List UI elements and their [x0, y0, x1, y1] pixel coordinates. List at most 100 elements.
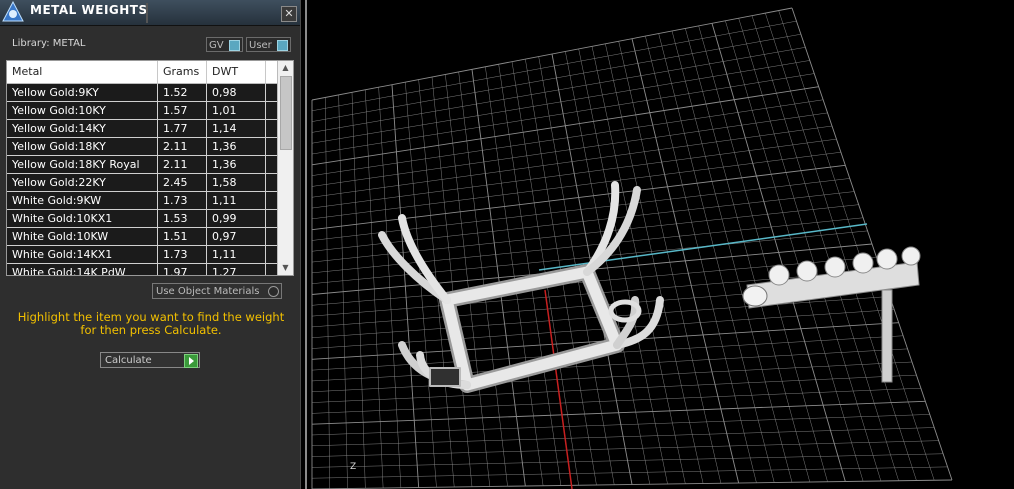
- metal-table: Metal Grams DWT Yellow Gold:9KY 1.52 0,98 Y…: [6, 60, 294, 276]
- toggle-knob-icon: [277, 40, 288, 51]
- grid-line: [685, 28, 810, 483]
- column-header-metal[interactable]: Metal: [7, 61, 158, 83]
- rhino-logo-icon: [2, 1, 24, 22]
- cell-metal: Yellow Gold:22KY: [7, 174, 158, 191]
- cell-grams: 2.11: [158, 156, 207, 173]
- grid-line: [311, 479, 953, 489]
- grid-line: [591, 46, 686, 484]
- cell-grams: 1.53: [158, 210, 207, 227]
- grid-line: [618, 41, 722, 484]
- use-object-materials-checkbox[interactable]: Use Object Materials: [152, 283, 282, 299]
- table-row[interactable]: Yellow Gold:18KY 2.11 1,36: [7, 138, 278, 156]
- cell-metal: Yellow Gold:18KY: [7, 138, 158, 155]
- table-row[interactable]: Yellow Gold:14KY 1.77 1,14: [7, 120, 278, 138]
- use-object-materials-label: Use Object Materials: [156, 286, 260, 297]
- cell-dwt: 1,36: [207, 138, 266, 155]
- cell-grams: 1.57: [158, 102, 207, 119]
- cell-dwt: 1,01: [207, 102, 266, 119]
- table-row[interactable]: Yellow Gold:10KY 1.57 1,01: [7, 102, 278, 120]
- panel-title: METAL WEIGHTS: [30, 3, 148, 17]
- cell-metal: White Gold:14KX1: [7, 246, 158, 263]
- grid-line: [631, 38, 740, 484]
- cell-metal: White Gold:10KX1: [7, 210, 158, 227]
- cell-dwt: 1,27: [207, 264, 266, 275]
- checkbox-icon: [268, 286, 279, 297]
- table-row[interactable]: White Gold:10KW 1.51 0,97: [7, 228, 278, 246]
- calculate-label: Calculate: [105, 355, 152, 366]
- grid-line: [311, 374, 917, 403]
- grid-line: [311, 387, 921, 414]
- scroll-down-icon[interactable]: ▼: [278, 261, 293, 275]
- cell-grams: 2.11: [158, 138, 207, 155]
- table-row[interactable]: Yellow Gold:22KY 2.45 1,58: [7, 174, 278, 192]
- band-model[interactable]: [742, 246, 921, 383]
- cell-grams: 2.45: [158, 174, 207, 191]
- grid-line: [311, 414, 930, 436]
- grid-line: [698, 25, 828, 482]
- cell-grams: 1.51: [158, 228, 207, 245]
- cell-metal: Yellow Gold:18KY Royal: [7, 156, 158, 173]
- grid-line: [751, 15, 899, 481]
- metal-weights-panel: METAL WEIGHTS ✕ Library: METAL GV User M…: [0, 0, 301, 489]
- cell-grams: 1.73: [158, 192, 207, 209]
- column-header-grams[interactable]: Grams: [158, 61, 207, 83]
- calculate-button[interactable]: Calculate: [100, 352, 200, 368]
- cell-grams: 1.73: [158, 246, 207, 263]
- instruction-text: Highlight the item you want to find the …: [17, 310, 285, 337]
- grid-line: [311, 361, 913, 392]
- cell-metal: Yellow Gold:10KY: [7, 102, 158, 119]
- grid-line: [658, 33, 775, 483]
- grid-line: [711, 23, 846, 482]
- cell-grams: 1.52: [158, 84, 207, 101]
- viewport-canvas: [311, 7, 953, 489]
- table-row[interactable]: Yellow Gold:18KY Royal 2.11 1,36: [7, 156, 278, 174]
- grid-line: [645, 36, 757, 483]
- cell-dwt: 0,97: [207, 228, 266, 245]
- play-icon: [184, 354, 198, 368]
- 3d-viewport[interactable]: Z: [305, 0, 1014, 489]
- cell-grams: 1.77: [158, 120, 207, 137]
- table-body: Yellow Gold:9KY 1.52 0,98 Yellow Gold:10KY 1…: [7, 84, 278, 275]
- cell-dwt: 0,99: [207, 210, 266, 227]
- grid-line: [778, 10, 935, 481]
- cell-dwt: 1,36: [207, 156, 266, 173]
- grid-line: [311, 466, 948, 479]
- grid-line: [671, 30, 793, 483]
- y-axis-line: [544, 289, 573, 489]
- table-row[interactable]: Yellow Gold:9KY 1.52 0,98: [7, 84, 278, 102]
- title-divider: [146, 3, 148, 23]
- construction-grid: [311, 7, 953, 489]
- table-row[interactable]: White Gold:9KW 1.73 1,11: [7, 192, 278, 210]
- cell-metal: White Gold:9KW: [7, 192, 158, 209]
- cell-dwt: 1,11: [207, 192, 266, 209]
- grid-line: [311, 453, 944, 468]
- table-row[interactable]: White Gold:14K PdW 1.97 1,27: [7, 264, 278, 275]
- grid-line: [791, 7, 953, 481]
- cell-metal: White Gold:14K PdW: [7, 264, 158, 275]
- close-button[interactable]: ✕: [281, 6, 297, 22]
- grid-line: [311, 400, 926, 425]
- library-label: Library: METAL: [12, 38, 86, 49]
- cell-dwt: 0,98: [207, 84, 266, 101]
- axis-z-label: Z: [350, 462, 357, 472]
- gv-toggle[interactable]: GV: [206, 37, 243, 52]
- cell-metal: Yellow Gold:14KY: [7, 120, 158, 137]
- table-row[interactable]: White Gold:10KX1 1.53 0,99: [7, 210, 278, 228]
- cell-grams: 1.97: [158, 264, 207, 275]
- table-scrollbar[interactable]: ▲ ▼: [277, 61, 293, 275]
- user-toggle[interactable]: User: [246, 37, 291, 52]
- cell-dwt: 1,14: [207, 120, 266, 137]
- gv-toggle-label: GV: [209, 40, 224, 51]
- scroll-up-icon[interactable]: ▲: [278, 61, 293, 75]
- table-row[interactable]: White Gold:14KX1 1.73 1,11: [7, 246, 278, 264]
- user-toggle-label: User: [249, 40, 272, 51]
- toggle-knob-icon: [229, 40, 240, 51]
- table-header: Metal Grams DWT: [7, 61, 278, 84]
- cell-dwt: 1,58: [207, 174, 266, 191]
- column-header-dwt[interactable]: DWT: [207, 61, 266, 83]
- panel-titlebar[interactable]: METAL WEIGHTS ✕: [0, 0, 300, 26]
- cell-metal: Yellow Gold:9KY: [7, 84, 158, 101]
- scroll-thumb[interactable]: [280, 76, 292, 150]
- grid-line: [765, 13, 917, 481]
- cell-dwt: 1,11: [207, 246, 266, 263]
